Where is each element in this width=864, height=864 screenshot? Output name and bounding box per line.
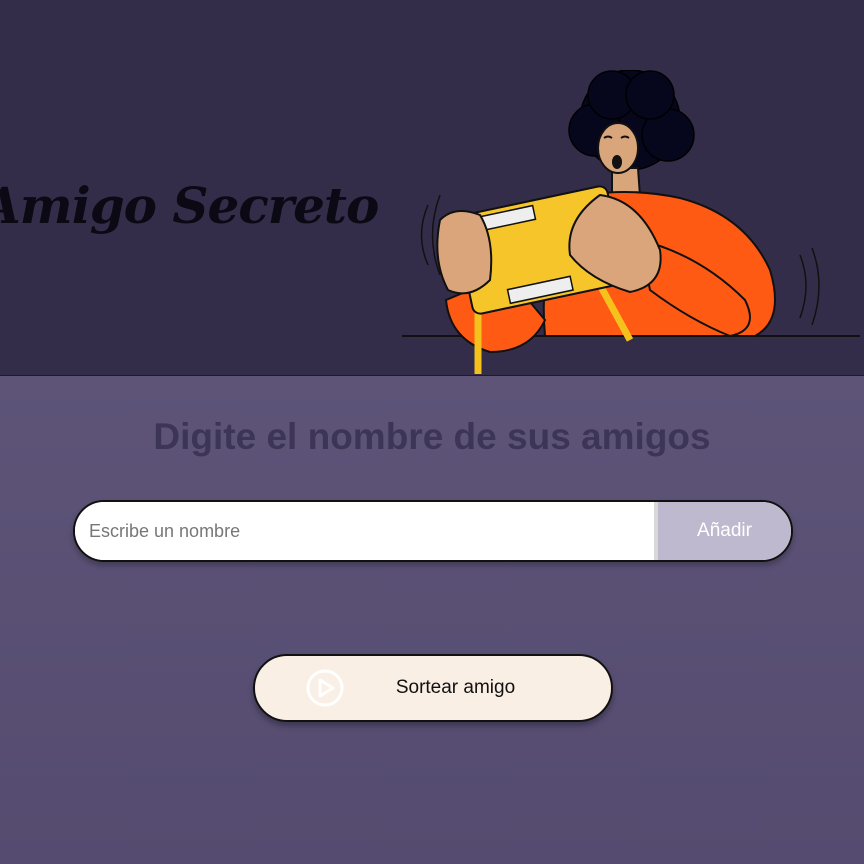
friend-name-input[interactable] [75, 502, 658, 560]
section-subtitle: Digite el nombre de sus amigos [153, 416, 711, 457]
draw-button-label: Sortear amigo [395, 677, 516, 698]
header-banner: Amigo Secreto [0, 0, 864, 376]
add-button[interactable]: Añadir [658, 502, 791, 560]
app-title: Amigo Secreto [0, 176, 379, 235]
person-holding-gift-box-illustration [402, 70, 860, 374]
main-panel: Digite el nombre de sus amigos Añadir So… [0, 376, 864, 864]
add-friend-form: Añadir [73, 500, 793, 562]
draw-friend-button[interactable]: Sortear amigo [253, 654, 613, 722]
